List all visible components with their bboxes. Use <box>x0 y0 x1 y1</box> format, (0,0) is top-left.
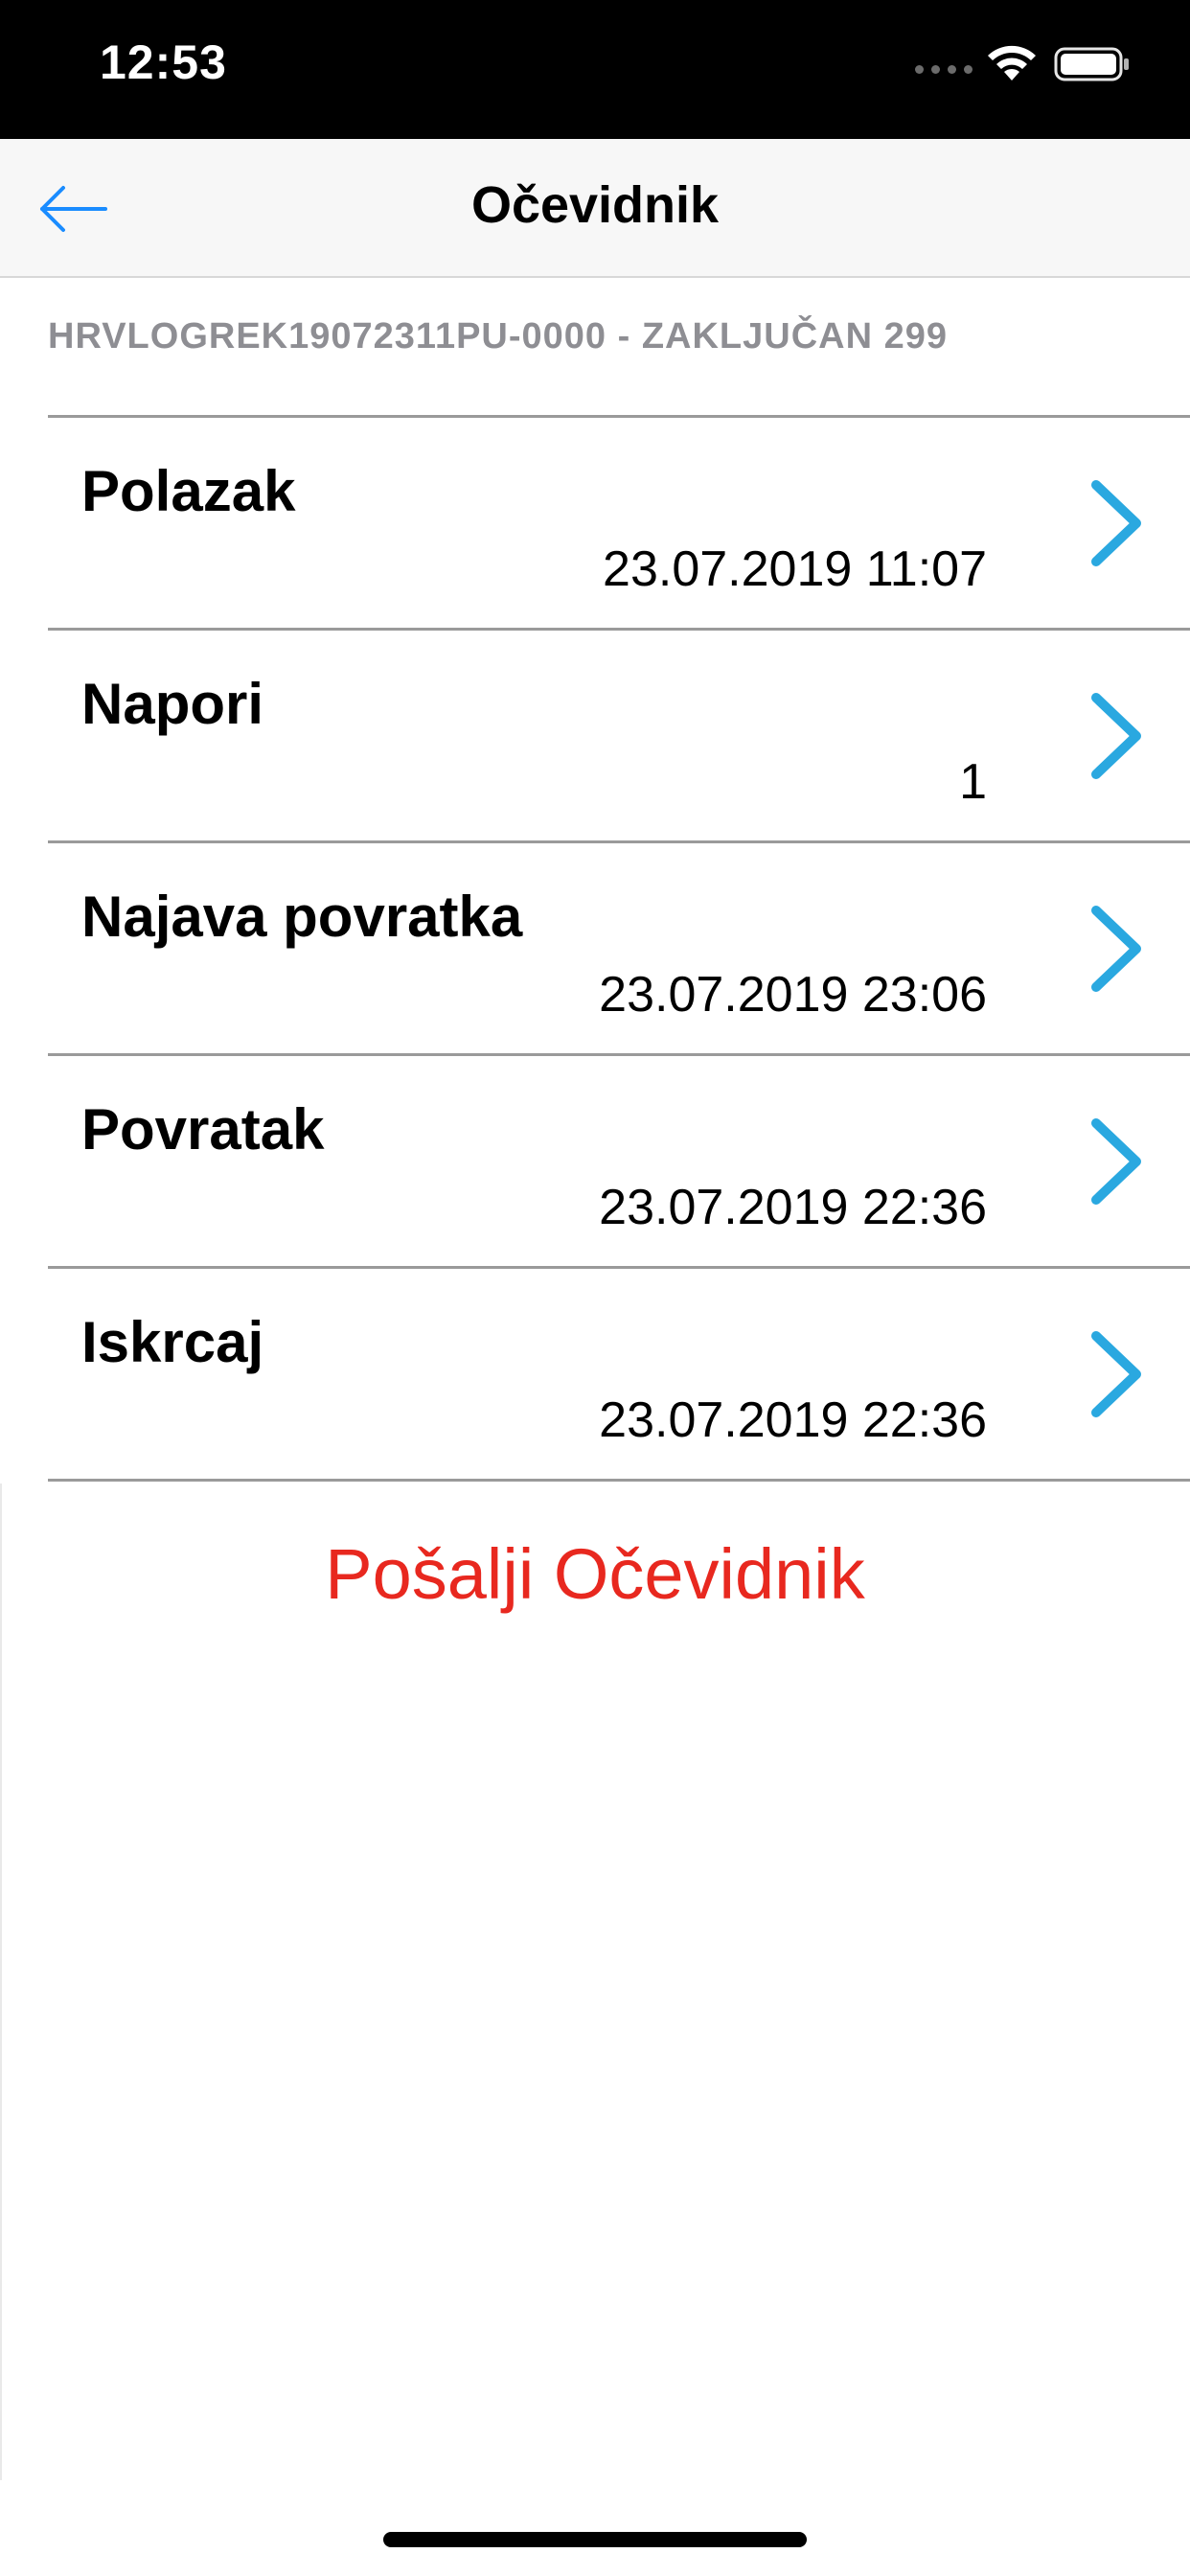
battery-icon <box>1054 47 1129 81</box>
list-item-povratak[interactable]: Povratak 23.07.2019 22:36 <box>48 1056 1190 1269</box>
divider <box>0 1484 2 2480</box>
list-item-napori[interactable]: Napori 1 <box>48 631 1190 843</box>
item-title: Najava povratka <box>81 885 523 949</box>
item-title: Napori <box>81 672 264 736</box>
wifi-icon <box>988 45 1036 80</box>
list-item-polazak[interactable]: Polazak 23.07.2019 11:07 <box>48 418 1190 631</box>
status-time: 12:53 <box>100 35 227 89</box>
page-title: Očevidnik <box>470 176 720 234</box>
chevron-right-icon <box>1091 693 1141 779</box>
chevron-right-icon <box>1091 480 1141 566</box>
item-title: Iskrcaj <box>81 1310 264 1374</box>
item-value: 23.07.2019 22:36 <box>599 1180 987 1235</box>
chevron-right-icon <box>1091 906 1141 992</box>
item-value: 23.07.2019 11:07 <box>603 541 987 597</box>
log-sections-list: Polazak 23.07.2019 11:07 Napori 1 Najava… <box>48 415 1190 1482</box>
home-indicator[interactable] <box>383 2532 807 2547</box>
list-item-iskrcaj[interactable]: Iskrcaj 23.07.2019 22:36 <box>48 1269 1190 1482</box>
signal-dots-icon <box>915 65 973 74</box>
item-title: Povratak <box>81 1097 325 1162</box>
chevron-right-icon <box>1091 1118 1141 1205</box>
item-value: 1 <box>959 754 987 810</box>
navigation-bar: Očevidnik <box>0 139 1190 278</box>
item-value: 23.07.2019 23:06 <box>599 967 987 1023</box>
status-bar: 12:53 <box>0 0 1190 139</box>
item-title: Polazak <box>81 459 296 523</box>
chevron-right-icon <box>1091 1331 1141 1417</box>
section-header: HRVLOGREK19072311PU-0000 - ZAKLJUČAN 299 <box>48 316 948 356</box>
send-log-button[interactable]: Pošalji Očevidnik <box>0 1533 1190 1615</box>
item-value: 23.07.2019 22:36 <box>599 1392 987 1448</box>
list-item-najava-povratka[interactable]: Najava povratka 23.07.2019 23:06 <box>48 843 1190 1056</box>
